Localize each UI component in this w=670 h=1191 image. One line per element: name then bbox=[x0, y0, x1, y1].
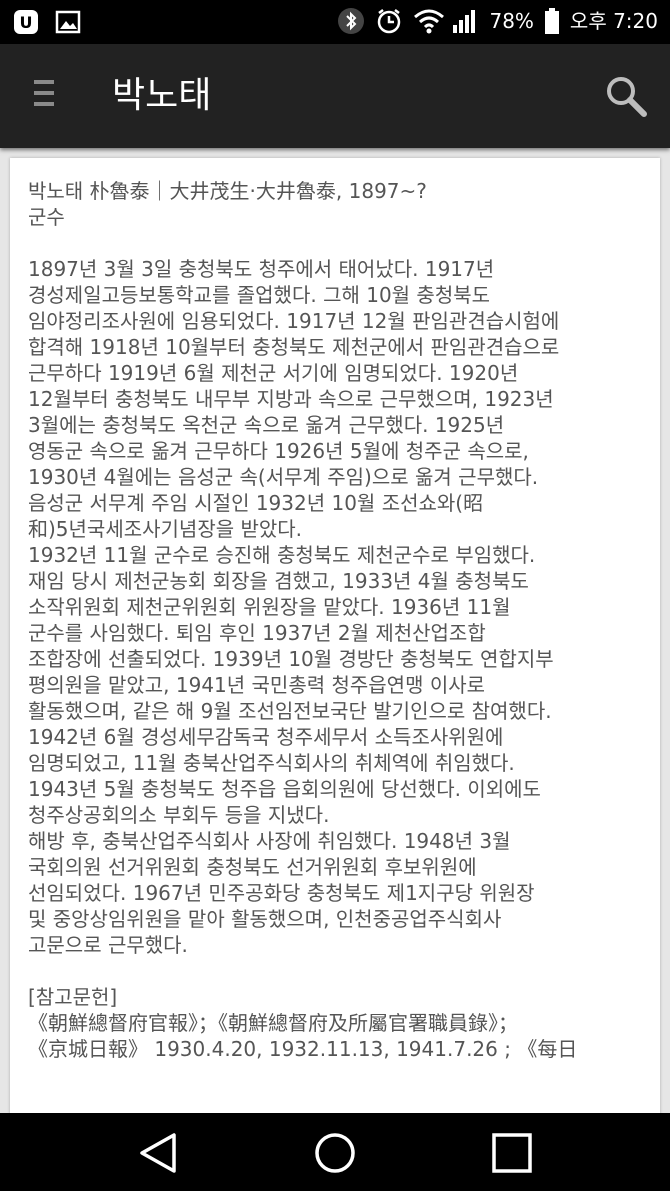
body-line: 활동했으며, 같은 해 9월 조선임전보국단 발기인으로 참여했다. bbox=[28, 699, 552, 723]
body-line: 1932년 11월 군수로 승진해 충청북도 제천군수로 부임했다. bbox=[28, 543, 536, 567]
body-line: 임야정리조사원에 임용되었다. 1917년 12월 판임관견습시험에 bbox=[28, 309, 560, 333]
article-heading-line1: 박노태 朴魯泰｜大井茂生·大井魯泰, 1897~? bbox=[28, 179, 427, 203]
home-icon[interactable] bbox=[313, 1131, 357, 1175]
body-line: 근무하다 1919년 6월 제천군 서기에 임명되었다. 1920년 bbox=[28, 361, 519, 385]
app-notification-icon: U bbox=[12, 8, 40, 36]
references-title: [참고문헌] bbox=[28, 985, 118, 1009]
body-line: 군수를 사임했다. 퇴임 후인 1937년 2월 제천산업조합 bbox=[28, 621, 486, 645]
body-line: 합격해 1918년 10월부터 충청북도 제천군에서 판임관견습으로 bbox=[28, 335, 560, 359]
wifi-icon bbox=[413, 7, 445, 35]
body-line: 선임되었다. 1967년 민주공화당 충청북도 제1지구당 위원장 bbox=[28, 881, 535, 905]
alarm-icon bbox=[375, 7, 403, 35]
body-line: 소작위원회 제천군위원회 위원장을 맡았다. 1936년 11월 bbox=[28, 595, 511, 619]
body-line: 고문으로 근무했다. bbox=[28, 933, 188, 957]
page-title: 박노태 bbox=[112, 75, 212, 116]
app-bar: 박노태 bbox=[0, 44, 670, 148]
recent-apps-icon[interactable] bbox=[490, 1131, 534, 1175]
body-line: 1930년 4월에는 음성군 속(서무계 주임)으로 옮겨 근무했다. bbox=[28, 465, 539, 489]
battery-icon bbox=[544, 7, 560, 35]
svg-text:U: U bbox=[20, 13, 33, 32]
body-line: 및 중앙상임위원을 맡아 활동했으며, 인천중공업주식회사 bbox=[28, 907, 502, 931]
status-bar: U 78% 오후 7:20 bbox=[0, 0, 670, 44]
article-content: 박노태 朴魯泰｜大井茂生·大井魯泰, 1897~? 군수 1897년 3월 3일… bbox=[10, 158, 660, 1062]
navigation-bar bbox=[0, 1113, 670, 1191]
body-line: 1942년 6월 경성세무감독국 청주세무서 소득조사위원에 bbox=[28, 725, 504, 749]
body-line: 해방 후, 충북산업주식회사 사장에 취임했다. 1948년 3월 bbox=[28, 829, 511, 853]
menu-icon[interactable] bbox=[30, 80, 60, 112]
reference-line: 《京城日報》 1930.4.20, 1932.11.13, 1941.7.26 … bbox=[28, 1037, 578, 1061]
body-line: 청주상공회의소 부회두 등을 지냈다. bbox=[28, 803, 330, 827]
body-line: 임명되었고, 11월 충북산업주식회사의 취체역에 취임했다. bbox=[28, 751, 515, 775]
back-icon[interactable] bbox=[136, 1131, 180, 1175]
body-line: 재임 당시 제천군농회 회장을 겸했고, 1933년 4월 충청북도 bbox=[28, 569, 529, 593]
body-line: 조합장에 선출되었다. 1939년 10월 경방단 충청북도 연합지부 bbox=[28, 647, 554, 671]
article-card: 박노태 朴魯泰｜大井茂生·大井魯泰, 1897~? 군수 1897년 3월 3일… bbox=[10, 158, 660, 1118]
body-line: 12월부터 충청북도 내무부 지방과 속으로 근무했으며, 1923년 bbox=[28, 387, 554, 411]
body-line: 1943년 5월 충청북도 청주읍 읍회의원에 당선했다. 이외에도 bbox=[28, 777, 541, 801]
article-heading-line2: 군수 bbox=[28, 205, 65, 229]
signal-icon bbox=[451, 7, 479, 35]
battery-percent: 78% bbox=[489, 9, 534, 33]
reference-line: 《朝鮮總督府官報》；《朝鮮總督府及所屬官署職員錄》； bbox=[28, 1011, 518, 1035]
body-line: 국회의원 선거위원회 충청북도 선거위원회 후보위원에 bbox=[28, 855, 477, 879]
body-line: 경성제일고등보통학교를 졸업했다. 그해 10월 충청북도 bbox=[28, 283, 491, 307]
search-icon[interactable] bbox=[604, 74, 648, 118]
body-line: 和)5년국세조사기념장을 받았다. bbox=[28, 517, 303, 541]
body-line: 영동군 속으로 옮겨 근무하다 1926년 5월에 청주군 속으로, bbox=[28, 439, 529, 463]
body-line: 3월에는 충청북도 옥천군 속으로 옮겨 근무했다. 1925년 bbox=[28, 413, 505, 437]
body-line: 1897년 3월 3일 충청북도 청주에서 태어났다. 1917년 bbox=[28, 257, 495, 281]
body-line: 평의원을 맡았고, 1941년 국민총력 청주읍연맹 이사로 bbox=[28, 673, 486, 697]
body-line: 음성군 서무계 주임 시절인 1932년 10월 조선쇼와(昭 bbox=[28, 491, 484, 515]
bluetooth-icon bbox=[337, 7, 365, 35]
gallery-notification-icon bbox=[54, 8, 82, 36]
clock: 오후 7:20 bbox=[569, 9, 658, 33]
